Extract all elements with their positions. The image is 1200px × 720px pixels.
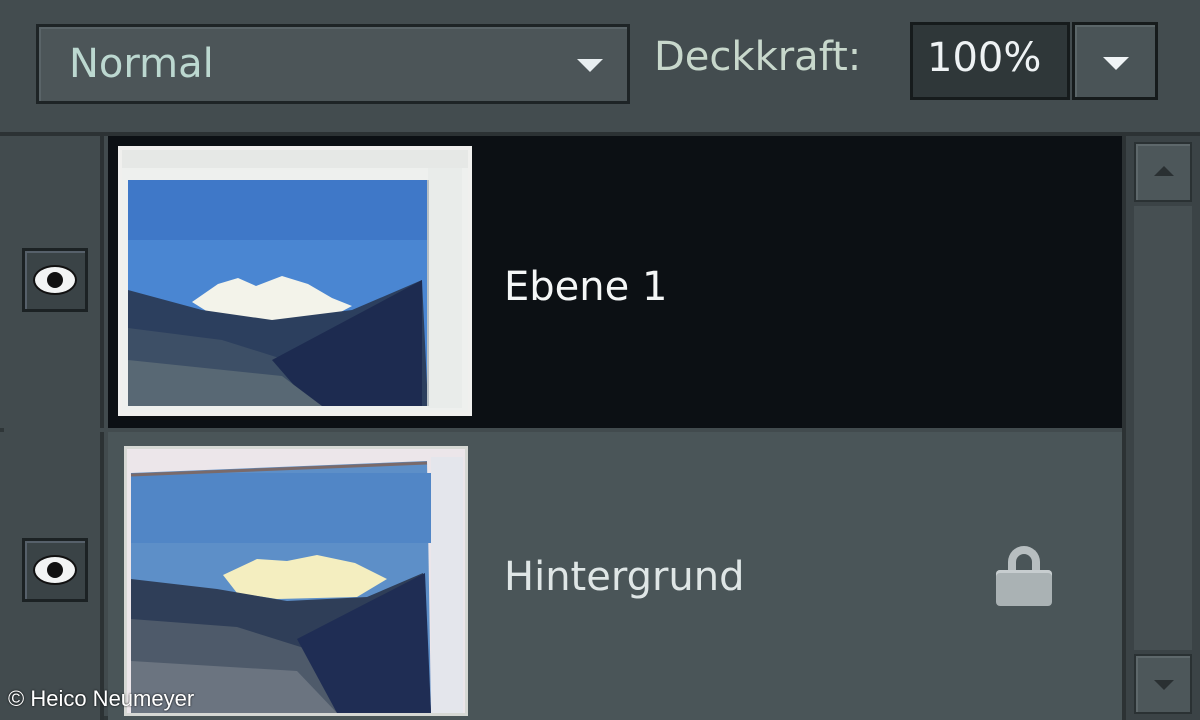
lock-body xyxy=(996,570,1052,606)
layer-name: Hintergrund xyxy=(504,554,745,600)
chevron-down-icon xyxy=(577,59,603,72)
layer-body[interactable]: Ebene 1 xyxy=(108,136,1122,428)
opacity-input[interactable]: 100% xyxy=(910,22,1070,100)
lock-icon xyxy=(996,546,1052,606)
layer-row-hintergrund[interactable]: Hintergrund xyxy=(0,432,1122,720)
layers-panel: Normal Deckkraft: 100% Ebene 1 Hintergru… xyxy=(0,0,1200,720)
scroll-down-button[interactable] xyxy=(1134,654,1192,714)
blend-mode-select[interactable]: Normal xyxy=(36,24,630,104)
arrow-down-icon xyxy=(1154,680,1174,690)
layer-thumbnail xyxy=(124,446,468,716)
scroll-track[interactable] xyxy=(1134,206,1192,650)
layer-name: Ebene 1 xyxy=(504,264,668,310)
eye-icon xyxy=(33,555,77,585)
visibility-toggle[interactable] xyxy=(22,248,88,312)
layer-body[interactable]: Hintergrund xyxy=(108,432,1122,720)
layer-thumbnail xyxy=(118,146,472,416)
opacity-dropdown-button[interactable] xyxy=(1072,22,1158,100)
opacity-label: Deckkraft: xyxy=(654,34,862,80)
layers-toolbar: Normal Deckkraft: 100% xyxy=(0,0,1200,136)
scroll-up-button[interactable] xyxy=(1134,142,1192,202)
opacity-value: 100% xyxy=(927,35,1042,81)
visibility-toggle[interactable] xyxy=(22,538,88,602)
layer-row-ebene-1[interactable]: Ebene 1 xyxy=(0,136,1122,428)
copyright-credit: © Heico Neumeyer xyxy=(8,686,195,711)
visibility-column xyxy=(0,136,104,428)
eye-icon xyxy=(33,265,77,295)
arrow-up-icon xyxy=(1154,166,1174,176)
layer-list: Ebene 1 Hintergrund xyxy=(0,136,1122,720)
visibility-column xyxy=(0,432,104,720)
chevron-down-icon xyxy=(1103,57,1129,70)
blend-mode-value: Normal xyxy=(69,41,214,87)
layer-list-scrollbar[interactable] xyxy=(1122,136,1200,720)
